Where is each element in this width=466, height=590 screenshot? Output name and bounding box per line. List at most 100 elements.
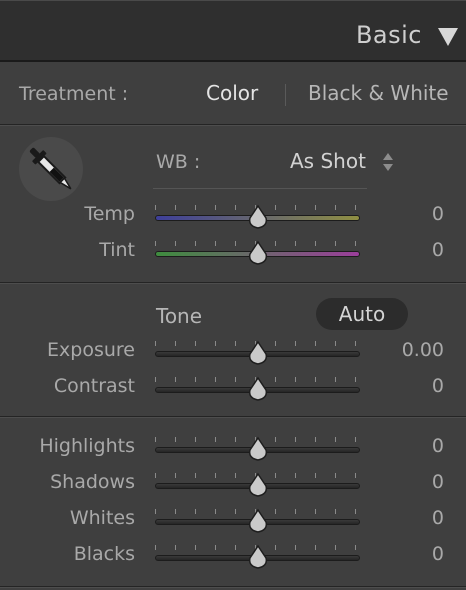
shadows-slider[interactable] xyxy=(155,472,360,498)
slider-tick xyxy=(335,205,336,210)
triangle-down-icon[interactable] xyxy=(438,28,458,46)
whites-slider[interactable] xyxy=(155,508,360,534)
slider-tick xyxy=(355,545,356,550)
contrast-label: Contrast xyxy=(53,375,135,397)
shadows-slider-thumb[interactable] xyxy=(247,472,269,498)
wb-select-value[interactable]: As Shot xyxy=(290,149,366,173)
slider-tick xyxy=(335,473,336,478)
temp-slider-thumb[interactable] xyxy=(247,204,269,230)
slider-tick xyxy=(175,473,176,478)
slider-tick xyxy=(295,241,296,246)
treatment-color-option[interactable]: Color xyxy=(206,81,258,105)
tint-slider[interactable] xyxy=(155,240,360,266)
slider-tick xyxy=(315,473,316,478)
contrast-slider-thumb[interactable] xyxy=(247,376,269,402)
contrast-value[interactable]: 0 xyxy=(364,375,444,397)
slider-tick xyxy=(235,509,236,514)
highlights-slider[interactable] xyxy=(155,436,360,462)
slider-tick xyxy=(155,437,156,442)
slider-tick xyxy=(335,241,336,246)
blacks-slider-thumb[interactable] xyxy=(247,544,269,570)
slider-tick xyxy=(195,437,196,442)
temp-slider[interactable] xyxy=(155,204,360,230)
slider-tick xyxy=(215,509,216,514)
exposure-slider[interactable] xyxy=(155,340,360,366)
slider-tick xyxy=(215,377,216,382)
slider-tick xyxy=(335,545,336,550)
highlights-slider-thumb[interactable] xyxy=(247,436,269,462)
slider-tick xyxy=(175,205,176,210)
slider-tick xyxy=(235,473,236,478)
slider-tick xyxy=(315,241,316,246)
slider-tick xyxy=(155,341,156,346)
blacks-label: Blacks xyxy=(73,543,135,565)
slider-tick xyxy=(235,341,236,346)
slider-tick xyxy=(335,377,336,382)
section-divider xyxy=(0,282,466,284)
exposure-slider-thumb[interactable] xyxy=(247,340,269,366)
whites-slider-thumb[interactable] xyxy=(247,508,269,534)
slider-tick xyxy=(155,241,156,246)
slider-tick xyxy=(355,509,356,514)
panel-header[interactable]: Basic xyxy=(0,0,466,62)
wb-label: WB : xyxy=(156,151,201,173)
auto-tone-button[interactable]: Auto xyxy=(316,298,408,330)
slider-tick xyxy=(315,509,316,514)
slider-tick xyxy=(315,205,316,210)
slider-tick xyxy=(215,545,216,550)
treatment-bw-option[interactable]: Black & White xyxy=(308,81,449,105)
tint-value[interactable]: 0 xyxy=(364,239,444,261)
slider-tick xyxy=(335,341,336,346)
slider-tick xyxy=(155,377,156,382)
slider-tick xyxy=(155,205,156,210)
slider-tick xyxy=(295,545,296,550)
slider-tick xyxy=(235,437,236,442)
tint-slider-thumb[interactable] xyxy=(247,240,269,266)
blacks-slider[interactable] xyxy=(155,544,360,570)
blacks-value[interactable]: 0 xyxy=(364,543,444,565)
slider-tick xyxy=(355,241,356,246)
slider-tick xyxy=(195,509,196,514)
slider-tick xyxy=(155,473,156,478)
section-divider xyxy=(0,586,466,588)
tone-label: Tone xyxy=(156,304,203,328)
slider-tick xyxy=(175,377,176,382)
slider-tick xyxy=(295,341,296,346)
slider-tick xyxy=(355,205,356,210)
slider-tick xyxy=(215,341,216,346)
slider-tick xyxy=(355,377,356,382)
highlights-label: Highlights xyxy=(39,435,135,457)
slider-tick xyxy=(195,341,196,346)
temp-label: Temp xyxy=(84,203,135,225)
slider-tick xyxy=(175,509,176,514)
slider-tick xyxy=(295,377,296,382)
shadows-label: Shadows xyxy=(50,471,135,493)
eyedropper-button[interactable] xyxy=(19,137,83,201)
up-down-stepper-icon[interactable] xyxy=(382,152,394,172)
slider-tick xyxy=(315,437,316,442)
tint-label: Tint xyxy=(99,239,135,261)
slider-tick xyxy=(215,437,216,442)
contrast-slider[interactable] xyxy=(155,376,360,402)
slider-tick xyxy=(195,473,196,478)
eyedropper-icon xyxy=(29,147,72,190)
slider-tick xyxy=(155,509,156,514)
slider-tick xyxy=(195,205,196,210)
slider-tick xyxy=(215,205,216,210)
slider-tick xyxy=(295,473,296,478)
slider-tick xyxy=(175,545,176,550)
slider-tick xyxy=(355,341,356,346)
highlights-value[interactable]: 0 xyxy=(364,435,444,457)
panel-title: Basic xyxy=(355,21,422,49)
shadows-value[interactable]: 0 xyxy=(364,471,444,493)
section-divider xyxy=(0,416,466,418)
temp-value[interactable]: 0 xyxy=(364,203,444,225)
slider-tick xyxy=(295,205,296,210)
slider-tick xyxy=(175,241,176,246)
slider-tick xyxy=(295,437,296,442)
exposure-value[interactable]: 0.00 xyxy=(364,339,444,361)
slider-tick xyxy=(275,437,276,442)
slider-tick xyxy=(295,509,296,514)
slider-tick xyxy=(195,241,196,246)
whites-value[interactable]: 0 xyxy=(364,507,444,529)
